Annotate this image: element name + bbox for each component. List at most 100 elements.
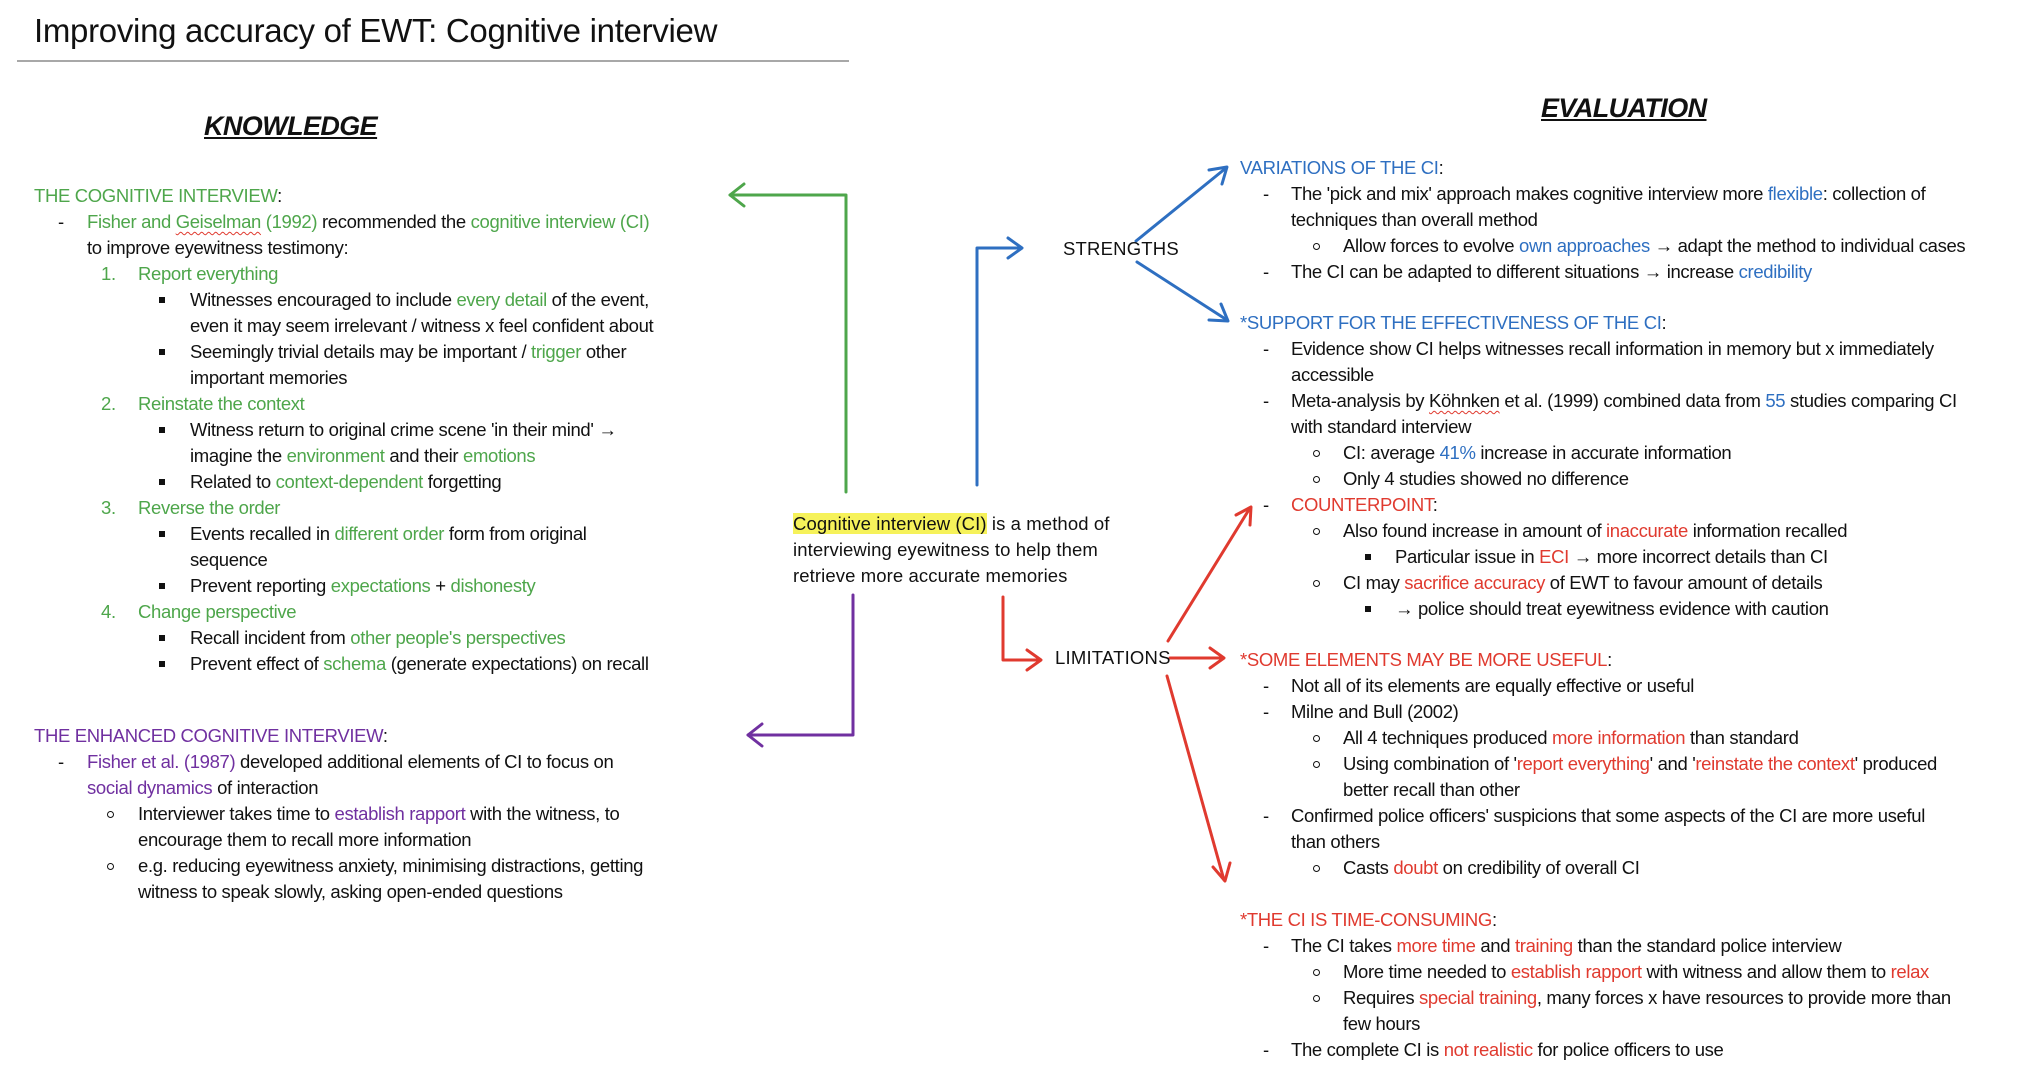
key-term: different order <box>334 523 445 544</box>
text: e.g. reducing eyewitness anxiety, minimi… <box>138 855 644 876</box>
time-consuming-section: *THE CI IS TIME-CONSUMING: - The CI takes… <box>1240 907 1951 1063</box>
text: sequence <box>190 549 268 570</box>
circle-bullet <box>1313 761 1320 768</box>
arrow-strengths-to-variations <box>1134 165 1229 243</box>
square-bullet <box>159 583 165 589</box>
key-term: schema <box>323 653 386 674</box>
text: , many forces x have resources to provid… <box>1536 987 1951 1008</box>
text: for police officers to use <box>1532 1039 1724 1060</box>
key-term: sacrifice accuracy <box>1404 572 1545 593</box>
text: CI: average <box>1343 442 1440 463</box>
cognitive-interview-section: THE COGNITIVE INTERVIEW: - Fisher and Ge… <box>34 183 654 677</box>
key-term: own approaches <box>1519 235 1650 256</box>
text: forgetting <box>422 471 502 492</box>
key-term: context-dependent <box>275 471 424 492</box>
square-bullet <box>1365 606 1371 612</box>
key-term: report everything <box>1516 753 1650 774</box>
text: Not all of its elements are equally effe… <box>1291 675 1695 696</box>
section-header: *SOME ELEMENTS MAY BE MORE USEFUL <box>1240 649 1608 670</box>
text: More time needed to <box>1343 961 1511 982</box>
text: and <box>1475 935 1515 956</box>
text: and their <box>384 445 463 466</box>
technique-name: Reinstate the context <box>138 393 305 414</box>
technique-name: Reverse the order <box>138 497 281 518</box>
citation: (1992) <box>260 211 318 232</box>
key-term: not realistic <box>1443 1039 1533 1060</box>
definition-text: retrieve more accurate memories <box>793 565 1068 586</box>
text: recommended the <box>317 211 471 232</box>
colon: : <box>277 185 282 206</box>
text: → adapt the method to individual cases <box>1649 235 1966 256</box>
technique-name: Change perspective <box>138 601 297 622</box>
square-bullet <box>159 531 165 537</box>
square-bullet <box>159 297 165 303</box>
text: even it may seem irrelevant / witness x … <box>190 315 654 336</box>
dash-bullet: - <box>1263 805 1269 826</box>
dash-bullet: - <box>1263 338 1269 359</box>
key-term: other people's perspectives <box>350 627 566 648</box>
text: ' and ' <box>1649 753 1696 774</box>
text: Witness return to original crime scene '… <box>190 419 617 440</box>
key-term: more information <box>1551 727 1686 748</box>
colon: : <box>1661 312 1667 333</box>
text: on credibility of overall CI <box>1437 857 1640 878</box>
text: form from original <box>444 523 587 544</box>
text: The CI can be adapted to different situa… <box>1291 261 1739 282</box>
limitations-node: LIMITATIONS <box>1055 647 1171 668</box>
text: Allow forces to evolve <box>1343 235 1520 256</box>
text: Particular issue in <box>1395 546 1540 567</box>
dash-bullet: - <box>1263 390 1269 411</box>
technique-item: 1. Report everything <box>34 261 653 287</box>
list-number: 3. <box>101 497 116 518</box>
citation: Köhnken <box>1429 390 1500 411</box>
ci-highlight: Cognitive interview (CI) <box>793 513 987 534</box>
arrow-to-enhanced-interview <box>746 593 855 748</box>
dash-bullet: - <box>1263 1039 1269 1060</box>
text: → more incorrect details than CI <box>1568 546 1828 567</box>
text: Using combination of ' <box>1343 753 1517 774</box>
text: Prevent effect of <box>190 653 324 674</box>
dash-bullet: - <box>1263 183 1269 204</box>
section-header: VARIATIONS OF THE CI <box>1240 157 1439 178</box>
text: Prevent reporting <box>190 575 331 596</box>
text: of interaction <box>212 777 319 798</box>
section-header: *SUPPORT FOR THE EFFECTIVENESS OF THE CI <box>1240 312 1662 333</box>
text: of the event, <box>546 289 650 310</box>
citation: Fisher et al. (1987) <box>87 751 236 772</box>
key-term: environment <box>286 445 385 466</box>
text: Recall incident from <box>190 627 351 648</box>
dash-bullet: - <box>1263 935 1269 956</box>
text: with standard interview <box>1291 416 1472 437</box>
text: than others <box>1291 831 1380 852</box>
technique-name: Report everything <box>138 263 279 284</box>
arrow-limitations-to-time-consuming <box>1165 674 1232 883</box>
citation: Geiselman <box>175 211 262 232</box>
text: + <box>430 575 451 596</box>
key-term: every detail <box>456 289 547 310</box>
text: et al. (1999) combined data from <box>1499 390 1766 411</box>
key-term: relax <box>1890 961 1930 982</box>
key-term: 55 <box>1765 390 1786 411</box>
list-number: 4. <box>101 601 116 622</box>
text: : collection of <box>1822 183 1926 204</box>
central-definition: Cognitive interview (CI) is a method of … <box>793 511 1109 589</box>
text: Seemingly trivial details may be importa… <box>190 341 532 362</box>
circle-bullet <box>107 863 114 870</box>
text: Confirmed police officers' suspicions th… <box>1291 805 1925 826</box>
text: than standard <box>1685 727 1799 748</box>
key-term: cognitive interview (CI) <box>470 211 650 232</box>
text: few hours <box>1343 1013 1421 1034</box>
text: The complete CI is <box>1291 1039 1444 1060</box>
text: techniques than overall method <box>1291 209 1538 230</box>
square-bullet <box>159 661 165 667</box>
citation: Milne and Bull (2002) <box>1291 701 1459 722</box>
dash-bullet: - <box>1263 675 1269 696</box>
dash-bullet: - <box>1263 494 1269 515</box>
text: encourage them to recall more informatio… <box>138 829 472 850</box>
colon: : <box>1491 909 1497 930</box>
square-bullet <box>159 349 165 355</box>
section-header: THE COGNITIVE INTERVIEW <box>34 185 278 206</box>
circle-bullet <box>1313 969 1320 976</box>
text: Interviewer takes time to <box>138 803 335 824</box>
technique-item: 2. Reinstate the context <box>34 391 653 417</box>
